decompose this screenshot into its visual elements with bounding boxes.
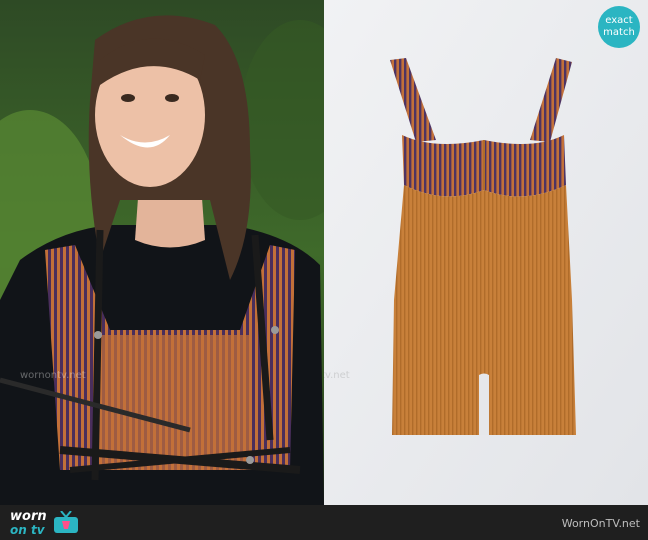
logo-ontv-text: on tv: [10, 523, 45, 537]
romper-product-svg: [324, 0, 648, 505]
footer-bar: worn on tv WornOnTV.net: [0, 505, 648, 540]
watermark-text: wornontv.net: [20, 370, 86, 381]
footer-site-text: WornOnTV.net: [561, 517, 640, 530]
actress-photo-svg: [0, 0, 324, 505]
logo-worn-text: worn: [10, 509, 47, 524]
wornontv-logo[interactable]: worn on tv: [4, 507, 84, 538]
tv-icon: [54, 511, 78, 533]
actress-photo: wornontv.net: [0, 0, 324, 505]
watermark-text: wornontv.net: [324, 370, 350, 381]
exact-match-badge: exact match: [598, 6, 640, 48]
badge-line-2: match: [603, 27, 635, 38]
badge-line-1: exact: [605, 15, 633, 26]
product-photo: wornontv.net: [324, 0, 648, 505]
